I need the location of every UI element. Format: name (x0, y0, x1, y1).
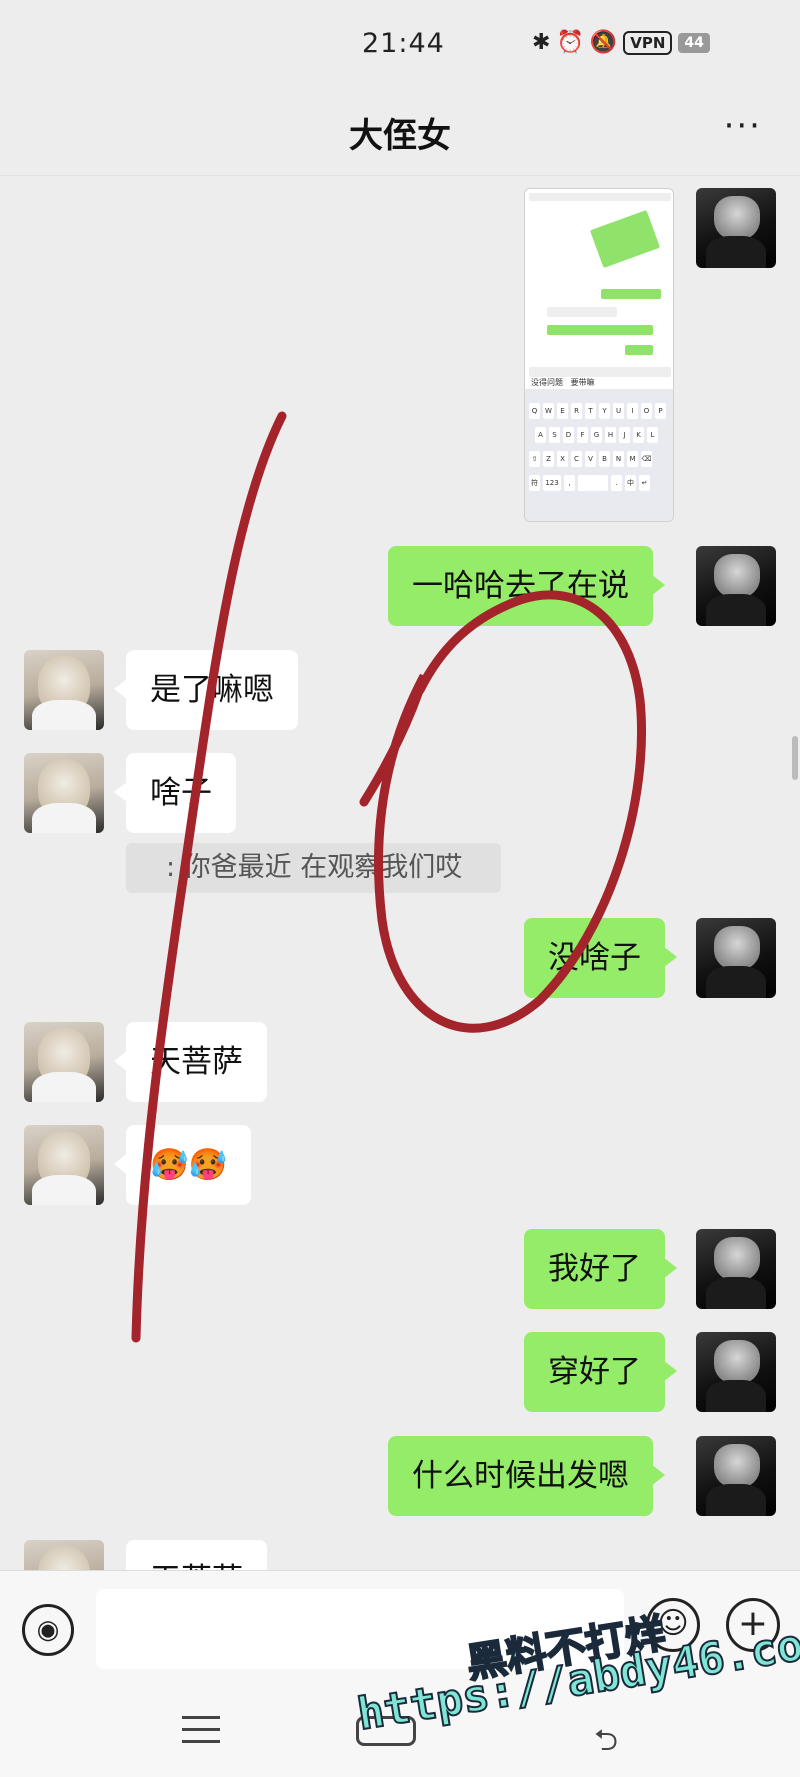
my-avatar[interactable] (696, 918, 776, 998)
battery-icon: 44 (678, 32, 710, 53)
shared-screenshot-image[interactable]: 没得问题 要带嘛 QWERTYUIOP ASDFGHJKL ⇧ Z X C V B N M ⌫ … (524, 188, 674, 522)
contact-avatar[interactable] (24, 753, 104, 833)
alarm-icon: ⏰ (556, 30, 584, 55)
my-avatar[interactable] (696, 1436, 776, 1516)
emoji-icon[interactable]: ☺ (646, 1598, 700, 1652)
message-bubble-received[interactable]: 天菩萨 (114, 1022, 267, 1102)
scrollbar-thumb[interactable] (792, 736, 798, 780)
keyboard-thumbnail: QWERTYUIOP ASDFGHJKL ⇧ Z X C V B N M ⌫ 符 123,. 中 ↵ (525, 389, 673, 521)
mute-icon: 🔕 (589, 30, 618, 55)
chat-title: 大侄女 (349, 116, 451, 156)
message-bubble-sent[interactable]: 什么时候出发嗯 (388, 1436, 665, 1516)
message-bubble-sent[interactable]: 穿好了 (524, 1332, 677, 1412)
status-time: 21:44 (362, 28, 445, 59)
system-nav-bar: ⮌ (0, 1688, 800, 1777)
message-bubble-sent[interactable]: 我好了 (524, 1229, 677, 1309)
keyboard-candidates: 没得问题 要带嘛 (531, 378, 595, 387)
nav-menu-icon[interactable] (182, 1716, 220, 1746)
input-bar: ◉ ☺ + (0, 1570, 800, 1688)
bluetooth-icon: ✱ (532, 30, 551, 55)
contact-avatar[interactable] (24, 650, 104, 730)
my-avatar[interactable] (696, 1229, 776, 1309)
contact-avatar[interactable] (24, 1125, 104, 1205)
my-avatar[interactable] (696, 188, 776, 268)
status-icons: ✱ ⏰ 🔕 VPN 44 (532, 30, 710, 55)
voice-icon[interactable]: ◉ (22, 1604, 74, 1656)
my-avatar[interactable] (696, 1332, 776, 1412)
message-bubble-received[interactable]: 🥵🥵 (113, 1125, 252, 1205)
message-bubble-received[interactable]: 是了嘛嗯 (114, 650, 298, 730)
message-bubble-sent[interactable]: 没啥子 (524, 918, 677, 998)
nav-home-icon[interactable] (356, 1716, 416, 1746)
nav-back-icon[interactable]: ⮌ (594, 1718, 618, 1769)
status-bar: 21:44 ✱ ⏰ 🔕 VPN 44 (0, 0, 800, 90)
plus-icon[interactable]: + (726, 1598, 780, 1652)
chat-header: 大侄女 ··· (0, 90, 800, 176)
my-avatar[interactable] (696, 546, 776, 626)
message-bubble-received[interactable]: 啥子 (114, 753, 236, 833)
contact-avatar[interactable] (24, 1022, 104, 1102)
quoted-message[interactable]: : 你爸最近 在观察我们哎 (126, 843, 501, 893)
message-input[interactable] (96, 1589, 624, 1669)
vpn-badge: VPN (623, 30, 673, 55)
message-bubble-sent[interactable]: 一哈哈去了在说 (388, 546, 665, 626)
more-button[interactable]: ··· (724, 106, 762, 146)
